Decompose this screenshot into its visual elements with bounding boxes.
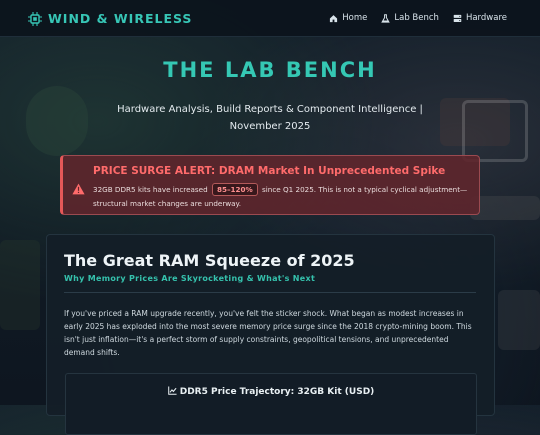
server-icon: [453, 14, 462, 23]
nav-label-home: Home: [342, 13, 368, 23]
nav-label-hardware: Hardware: [465, 13, 507, 23]
brand-link[interactable]: WIND & WIRELESS: [28, 11, 192, 26]
line-chart-icon: [167, 386, 177, 395]
page-subtitle: Hardware Analysis, Build Reports & Compo…: [117, 104, 423, 132]
main-nav: Home Lab Bench Hardware: [315, 0, 507, 36]
article-title: The Great RAM Squeeze of 2025: [64, 251, 355, 270]
warning-icon: [72, 180, 85, 195]
article-intro-paragraph: If you've priced a RAM upgrade recently,…: [64, 309, 472, 357]
background-decoration: [0, 240, 40, 330]
home-icon: [329, 14, 338, 23]
brand-name: WIND & WIRELESS: [48, 10, 193, 26]
alert-body: 32GB DDR5 kits have increased 85–120% si…: [93, 183, 473, 211]
background-decoration: [26, 86, 88, 156]
nav-item-lab-bench[interactable]: Lab Bench: [381, 13, 439, 23]
background-decoration: [498, 290, 540, 350]
nav-item-home[interactable]: Home: [329, 13, 367, 23]
background-decoration: [470, 196, 540, 220]
divider: [64, 292, 476, 293]
article-subtitle: Why Memory Prices Are Skyrocketing & Wha…: [64, 274, 316, 283]
background-decoration: [462, 100, 528, 162]
page-title: THE LAB BENCH: [163, 58, 377, 82]
alert-title: PRICE SURGE ALERT: DRAM Market In Unprec…: [93, 165, 446, 177]
alert-body-text: 32GB DDR5 kits have increased: [93, 185, 208, 194]
chip-icon: [28, 11, 42, 26]
chart-title: DDR5 Price Trajectory: 32GB Kit (USD): [66, 386, 476, 397]
flask-icon: [381, 13, 391, 23]
article-card: The Great RAM Squeeze of 2025 Why Memory…: [46, 234, 495, 435]
price-chart-panel: DDR5 Price Trajectory: 32GB Kit (USD): [65, 373, 477, 435]
top-navigation-bar: WIND & WIRELESS Home Lab Bench Hardware: [0, 0, 540, 37]
price-alert-banner: PRICE SURGE ALERT: DRAM Market In Unprec…: [60, 155, 480, 215]
increase-percentage-badge: 85–120%: [211, 183, 258, 196]
nav-label-lab-bench: Lab Bench: [394, 13, 439, 23]
chart-title-text: DDR5 Price Trajectory: 32GB Kit (USD): [179, 387, 375, 397]
nav-item-hardware[interactable]: Hardware: [453, 13, 507, 23]
